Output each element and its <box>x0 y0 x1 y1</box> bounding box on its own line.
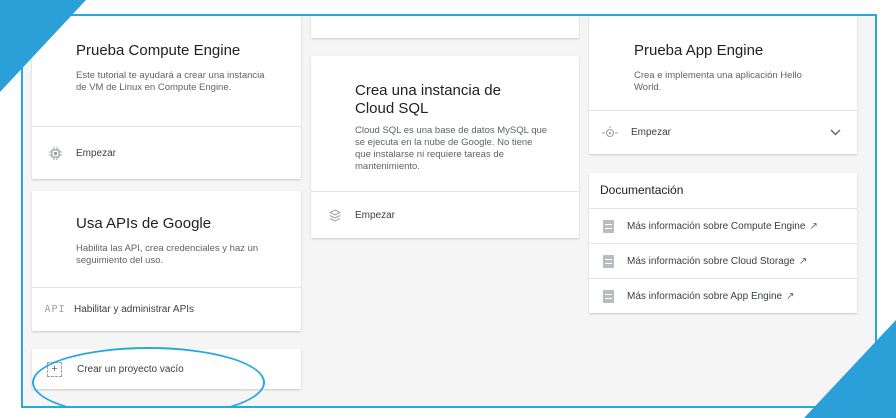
app-engine-start-button[interactable]: Empezar <box>589 111 857 154</box>
doc-link-label: Más información sobre Compute Engine <box>627 220 806 232</box>
manage-apis-button[interactable]: API Habilitar y administrar APIs <box>32 288 301 331</box>
documentation-title: Documentación <box>600 183 684 197</box>
chip-icon <box>47 146 63 160</box>
api-icon: API <box>44 304 66 315</box>
cloud-sql-description: Cloud SQL es una base de datos MySQL que… <box>355 125 548 172</box>
apis-description: Habilita las API, crea credenciales y ha… <box>76 243 259 266</box>
cloud-sql-card: Crea una instancia de Cloud SQL Cloud SQ… <box>311 56 579 238</box>
compute-engine-description: Este tutorial te ayudará a crear una ins… <box>76 70 265 93</box>
external-link-icon: ↗ <box>786 290 795 302</box>
create-empty-project-button[interactable]: + Crear un proyecto vacío <box>32 349 301 389</box>
cloud-sql-title: Crea una instancia de Cloud SQL <box>355 82 501 117</box>
app-engine-description: Crea e implementa una aplicación Hello W… <box>634 70 802 93</box>
compute-engine-title: Prueba Compute Engine <box>76 42 241 59</box>
app-engine-start-label: Empezar <box>631 127 672 138</box>
cloud-sql-start-label: Empezar <box>355 209 396 221</box>
corner-decoration-bottom-right <box>804 320 896 418</box>
create-empty-project-card[interactable]: + Crear un proyecto vacío <box>32 349 301 389</box>
compute-engine-start-button[interactable]: Empezar <box>32 127 301 179</box>
chevron-down-icon[interactable] <box>830 129 841 136</box>
app-engine-icon <box>601 125 619 140</box>
add-project-icon: + <box>47 361 62 377</box>
app-engine-card: Prueba App Engine Crea e implementa una … <box>589 16 857 154</box>
cloud-sql-start-button[interactable]: Empezar <box>311 192 579 238</box>
document-icon <box>603 254 614 268</box>
create-empty-project-label: Crear un proyecto vacío <box>77 363 184 375</box>
app-engine-title: Prueba App Engine <box>634 42 764 59</box>
database-icon <box>328 208 342 222</box>
doc-link-app-engine[interactable]: Más información sobre App Engine ↗ <box>589 278 857 313</box>
console-frame: Prueba Compute Engine Este tutorial te a… <box>21 14 877 408</box>
doc-link-label: Más información sobre App Engine <box>627 290 783 302</box>
compute-engine-start-label: Empezar <box>76 147 117 159</box>
external-link-icon: ↗ <box>798 255 808 267</box>
apis-card: Usa APIs de Google Habilita las API, cre… <box>32 191 301 331</box>
documentation-card: Documentación Más información sobre Comp… <box>589 173 857 313</box>
manage-apis-label: Habilitar y administrar APIs <box>74 304 195 315</box>
apis-title: Usa APIs de Google <box>76 215 212 232</box>
doc-link-compute-engine[interactable]: Más información sobre Compute Engine ↗ <box>589 208 857 243</box>
document-icon <box>603 289 614 303</box>
doc-link-label: Más información sobre Cloud Storage <box>627 255 795 267</box>
partial-card-top <box>311 16 579 38</box>
corner-decoration-top-left <box>0 0 86 92</box>
external-link-icon: ↗ <box>809 220 818 232</box>
document-icon <box>603 219 614 233</box>
doc-link-cloud-storage[interactable]: Más información sobre Cloud Storage ↗ <box>589 243 857 278</box>
